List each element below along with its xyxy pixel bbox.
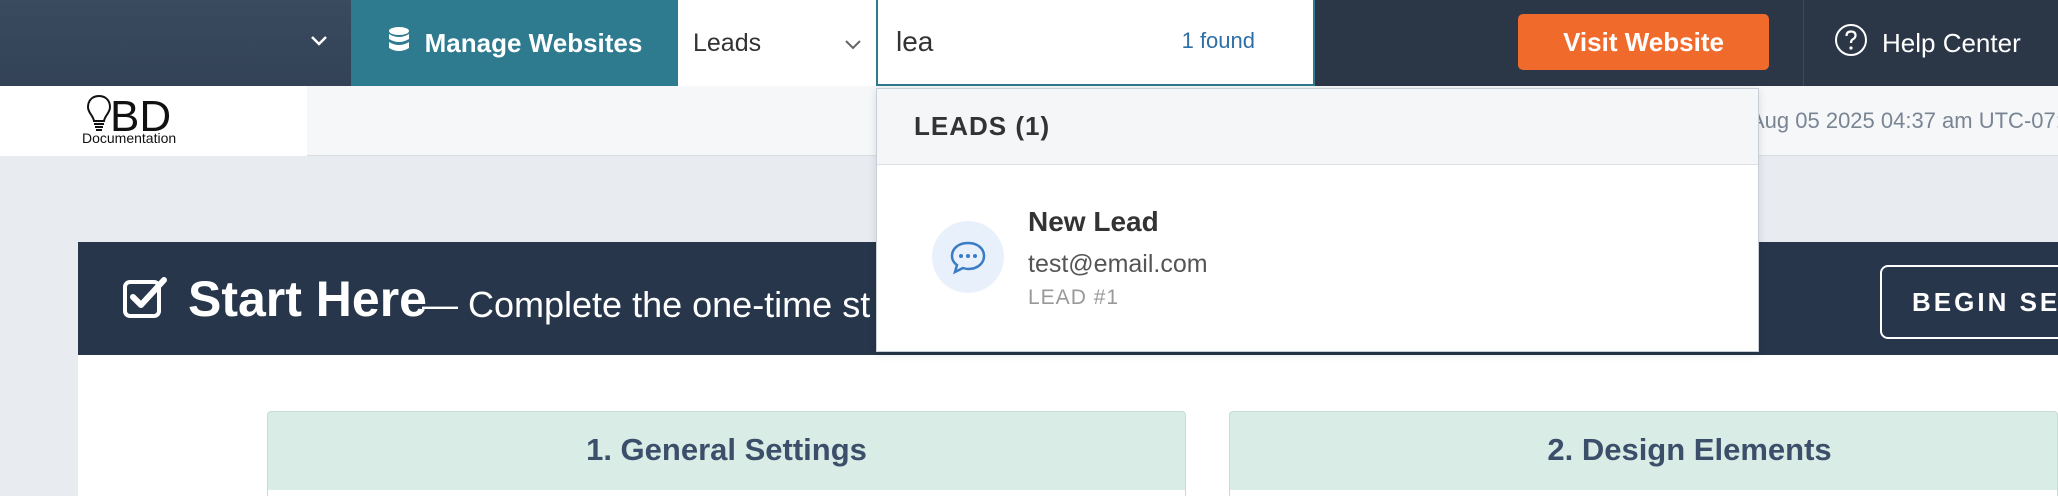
start-here-title: Start Here [188, 271, 427, 327]
search-input[interactable]: lea 1 found [876, 0, 1315, 86]
results-group-header: LEADS (1) [877, 89, 1758, 165]
result-email: test@email.com [1028, 250, 1208, 278]
setup-card-design-elements[interactable]: 2. Design Elements [1229, 411, 2058, 496]
chevron-down-icon [309, 30, 329, 55]
setup-card-general-settings[interactable]: 1. General Settings [267, 411, 1186, 496]
chat-bubble-icon [932, 221, 1004, 293]
search-input-value: lea [896, 26, 934, 57]
search-section-select[interactable]: Leads [678, 0, 876, 86]
site-switcher-dropdown[interactable] [0, 0, 351, 86]
help-center-label: Help Center [1882, 27, 2021, 58]
search-result-count: 1 found [1181, 28, 1255, 53]
checkbox-checked-icon [122, 276, 168, 325]
database-icon [387, 26, 411, 61]
card-body [268, 490, 1185, 496]
visit-website-button[interactable]: Visit Website [1518, 14, 1769, 70]
start-here-subtitle: — Complete the one-time st [422, 284, 871, 325]
chevron-down-icon [844, 31, 862, 60]
manage-websites-button[interactable]: Manage Websites [351, 0, 678, 86]
search-results-dropdown: LEADS (1) New Lead test@email.com LEAD #… [876, 88, 1759, 352]
result-id: LEAD #1 [1028, 286, 1120, 309]
question-circle-icon [1834, 23, 1868, 64]
logo-subtext: Documentation [82, 130, 177, 146]
card-body [1230, 490, 2057, 496]
search-section-value: Leads [693, 28, 762, 57]
card-title: 1. General Settings [586, 432, 867, 467]
top-navigation-bar: Manage Websites Leads lea 1 found Visit … [0, 0, 2058, 86]
logo[interactable]: BD Documentation [0, 86, 307, 156]
manage-websites-label: Manage Websites [424, 27, 643, 58]
server-datetime: Aug 05 2025 04:37 am UTC-07: [1750, 108, 2058, 133]
divider [1803, 0, 1804, 86]
result-title: New Lead [1028, 206, 1159, 237]
begin-setup-button[interactable]: BEGIN SET [1880, 265, 2058, 339]
card-title: 2. Design Elements [1547, 432, 1832, 467]
help-center-link[interactable]: Help Center [1834, 0, 2021, 86]
search-result-item[interactable]: New Lead test@email.com LEAD #1 [877, 166, 1758, 352]
